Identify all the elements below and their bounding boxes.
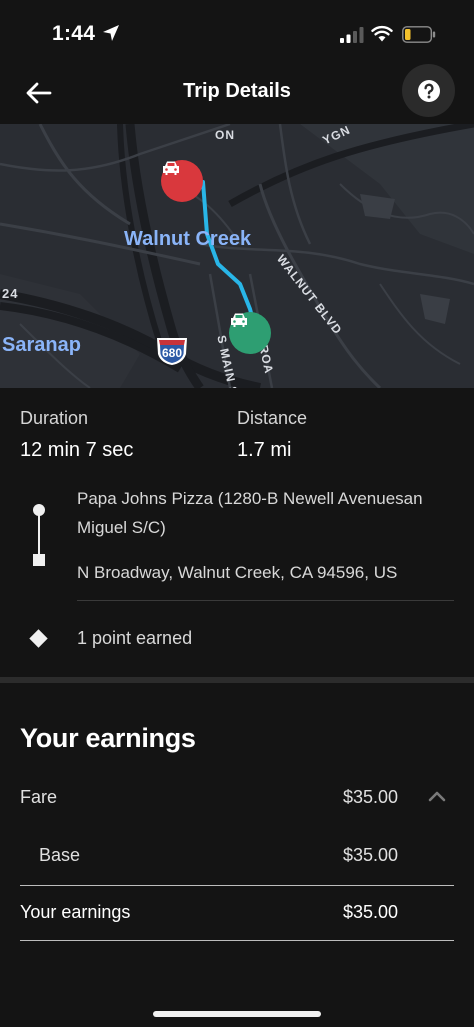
duration-stat: Duration 12 min 7 sec	[20, 408, 133, 462]
chevron-up-icon[interactable]	[428, 789, 446, 803]
car-icon	[163, 161, 179, 175]
diamond-icon	[29, 629, 48, 648]
divider	[77, 600, 454, 601]
earnings-title: Your earnings	[20, 723, 196, 753]
points-earned: 1 point earned	[77, 628, 193, 648]
points-row: 1 point earned	[0, 625, 474, 655]
total-amount: $35.00	[342, 902, 398, 922]
pickup-address: Papa Johns Pizza (1280-B Newell Avenuesa…	[77, 489, 423, 537]
wifi-icon	[371, 25, 393, 42]
dropoff-address: N Broadway, Walnut Creek, CA 94596, US	[77, 563, 398, 582]
help-icon	[417, 79, 440, 102]
car-icon	[231, 313, 247, 327]
base-amount: $35.00	[342, 845, 398, 865]
fare-label: Fare	[20, 787, 58, 807]
duration-value: 12 min 7 sec	[20, 439, 134, 461]
status-bar: 1:44	[0, 0, 474, 62]
total-earnings-row: Your earnings $35.00	[20, 902, 454, 932]
route-line-icon	[33, 504, 45, 566]
distance-value: 1.7 mi	[237, 439, 292, 461]
location-arrow-icon	[103, 25, 119, 41]
battery-icon	[402, 26, 436, 43]
map-city-label: Saranap	[2, 334, 81, 356]
dropoff-pin[interactable]	[229, 312, 271, 354]
distance-stat: Distance 1.7 mi	[237, 408, 307, 462]
section-separator	[0, 677, 474, 683]
fare-row[interactable]: Fare $35.00	[20, 787, 454, 817]
divider	[20, 885, 454, 886]
help-button[interactable]	[402, 64, 455, 117]
highway-number: 680	[161, 346, 183, 360]
map-city-label: Walnut Creek	[124, 228, 252, 250]
total-label: Your earnings	[20, 902, 131, 922]
trip-map[interactable]: ON YGN Walnut Creek WALNUT BLVD 24 Saran…	[0, 124, 474, 388]
trip-route: Papa Johns Pizza (1280-B Newell Avenuesa…	[0, 484, 474, 602]
fare-amount: $35.00	[342, 787, 398, 807]
trip-stats: Duration 12 min 7 sec Distance 1.7 mi	[20, 408, 454, 468]
duration-label: Duration	[20, 408, 89, 428]
pickup-pin[interactable]	[161, 160, 203, 202]
header: Trip Details	[0, 62, 474, 124]
home-indicator[interactable]	[153, 1011, 321, 1017]
base-label: Base	[39, 845, 81, 865]
map-road-label: 24	[2, 286, 19, 301]
divider	[20, 940, 454, 941]
signal-icon	[340, 27, 364, 43]
base-row: Base $35.00	[20, 845, 454, 875]
map-road-label: ON	[215, 128, 235, 142]
interstate-680-shield-icon: 680	[155, 336, 189, 366]
status-time: 1:44	[52, 22, 96, 45]
distance-label: Distance	[237, 408, 308, 428]
